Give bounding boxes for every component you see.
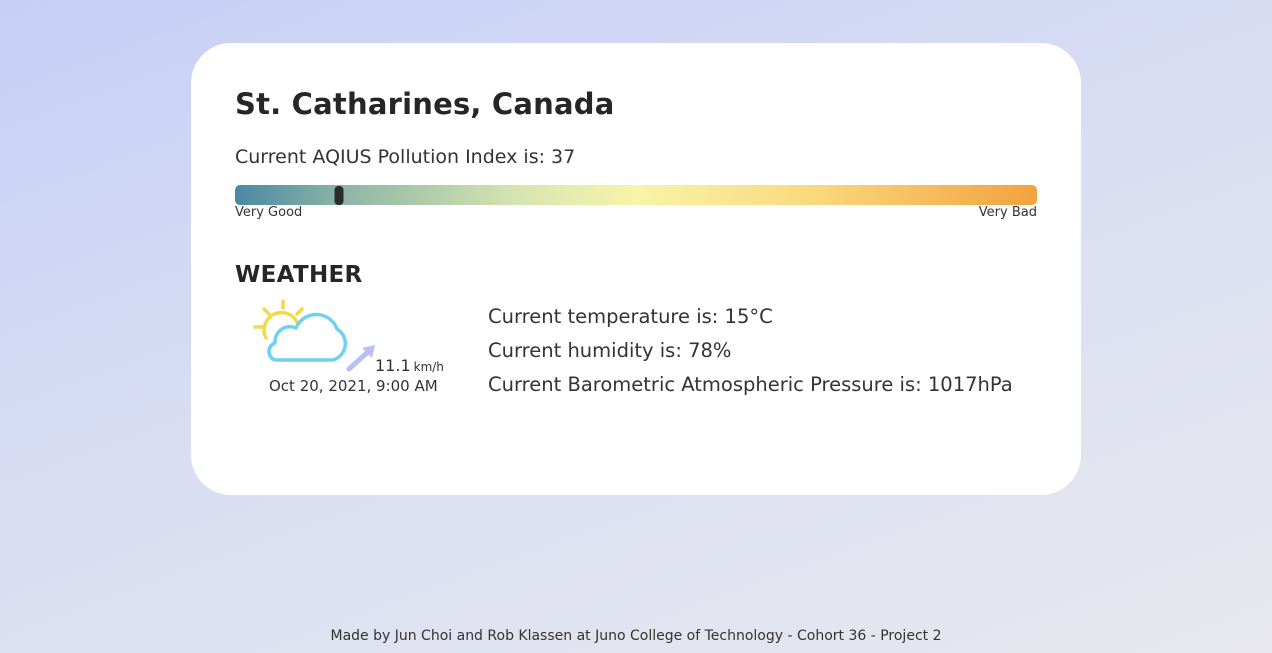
partly-cloudy-icon — [253, 299, 348, 362]
aqi-scale-low-label: Very Good — [235, 205, 303, 220]
city-card: St. Catharines, Canada Current AQIUS Pol… — [191, 43, 1081, 495]
aqi-scale-high-label: Very Bad — [978, 205, 1037, 220]
aqi-label: Current AQIUS Pollution Index is: 37 — [235, 146, 576, 168]
wind-speed-value: 11.1 — [375, 356, 411, 375]
aqi-scale-bar — [235, 185, 1037, 205]
footer-credits: Made by Jun Choi and Rob Klassen at Juno… — [330, 628, 942, 644]
humidity-text: Current humidity is: 78% — [488, 339, 732, 362]
wind-direction-arrow-icon — [346, 345, 375, 372]
city-title: St. Catharines, Canada — [235, 87, 615, 121]
wind-speed: 11.1 km/h — [375, 356, 444, 375]
pressure-text: Current Barometric Atmospheric Pressure … — [488, 373, 1013, 396]
wind-speed-unit: km/h — [413, 360, 444, 374]
weather-timestamp: Oct 20, 2021, 9:00 AM — [269, 377, 438, 395]
aqi-indicator-marker — [334, 186, 344, 205]
weather-stats: Current temperature is: 15°C Current hum… — [488, 304, 1013, 406]
weather-heading: WEATHER — [235, 262, 363, 288]
temperature-text: Current temperature is: 15°C — [488, 305, 773, 328]
